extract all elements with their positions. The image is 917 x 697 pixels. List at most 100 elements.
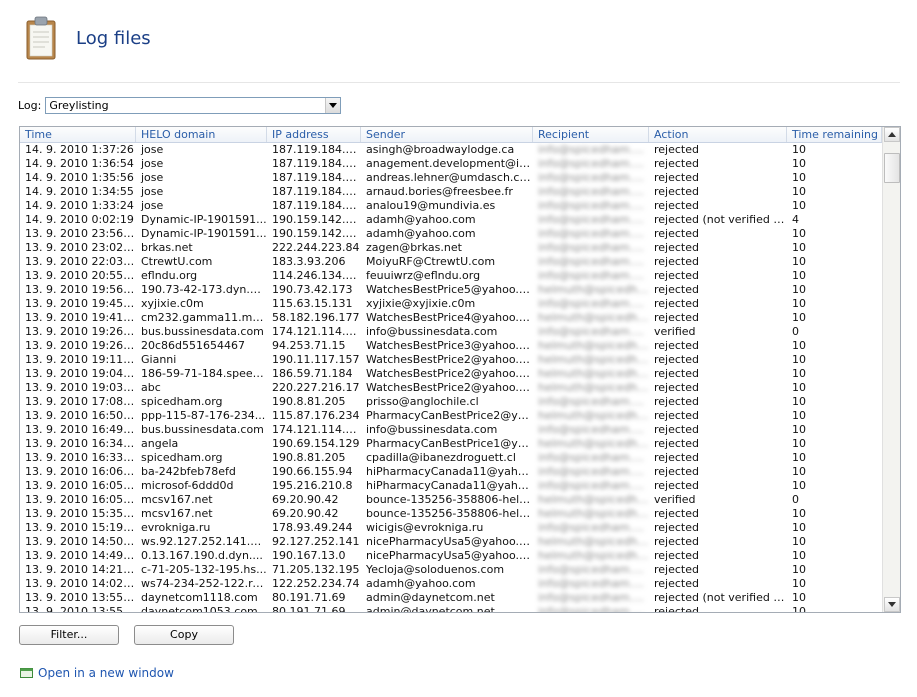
cell-ip-address: 190.69.154.129 <box>272 437 360 450</box>
cell-recipient: info@spicedham.org <box>538 143 649 156</box>
table-row[interactable]: 13. 9. 2010 23:56:07 Dynamic-IP-1901591..… <box>20 227 882 241</box>
table-header: Time HELO domain IP address Sender Recipient… <box>20 127 882 143</box>
open-new-window-link[interactable]: Open in a new window <box>20 666 174 680</box>
chevron-down-icon[interactable] <box>325 97 341 113</box>
table-row[interactable]: 13. 9. 2010 15:19:59 evrokniga.ru 178.93.4… <box>20 521 882 535</box>
cell-time: 13. 9. 2010 14:49:12 <box>25 549 136 562</box>
cell-time: 13. 9. 2010 13:55:05 <box>25 605 136 613</box>
cell-recipient: helmuth@spicedham.org <box>538 507 649 520</box>
cell-recipient: helmuth@spicedham.org <box>538 493 649 506</box>
cell-helo-domain: c-71-205-132-195.hs... <box>141 563 267 576</box>
table-row[interactable]: 13. 9. 2010 16:49:01 bus.bussinesdata.com… <box>20 423 882 437</box>
cell-recipient: info@spicedham.org <box>538 269 649 282</box>
cell-helo-domain: ba-242bfeb78efd <box>141 465 236 478</box>
cell-time: 13. 9. 2010 19:41:24 <box>25 311 136 324</box>
table-row[interactable]: 13. 9. 2010 22:03:41 CtrewtU.com 183.3.93.… <box>20 255 882 269</box>
cell-helo-domain: Dynamic-IP-1901591... <box>141 227 267 240</box>
cell-sender: bounce-135256-358806-helmu... <box>366 507 533 520</box>
table-row[interactable]: 14. 9. 2010 1:37:26 jose 187.119.184.239 as… <box>20 143 882 157</box>
table-row[interactable]: 13. 9. 2010 16:34:02 angela 190.69.154.129… <box>20 437 882 451</box>
cell-ip-address: 187.119.184.239 <box>272 157 361 170</box>
log-select[interactable]: Greylisting <box>45 96 342 114</box>
column-header-ip-address[interactable]: IP address <box>267 127 361 142</box>
cell-ip-address: 190.11.117.157 <box>272 353 360 366</box>
scroll-up-icon[interactable] <box>884 127 900 142</box>
cell-ip-address: 94.253.71.15 <box>272 339 346 352</box>
cell-action: rejected <box>654 269 699 282</box>
cell-time: 13. 9. 2010 19:04:58 <box>25 367 136 380</box>
table-row[interactable]: 13. 9. 2010 13:55:11 daynetcom1118.com 80.… <box>20 591 882 605</box>
cell-recipient: info@spicedham.org <box>538 395 649 408</box>
cell-helo-domain: evrokniga.ru <box>141 521 211 534</box>
cell-helo-domain: spicedham.org <box>141 395 223 408</box>
cell-sender: adamh@yahoo.com <box>366 227 476 240</box>
filter-button[interactable]: Filter... <box>19 625 119 645</box>
table-row[interactable]: 13. 9. 2010 14:49:12 0.13.167.190.d.dyn..… <box>20 549 882 563</box>
cell-recipient: helmuth@spicedham.org <box>538 381 649 394</box>
table-row[interactable]: 13. 9. 2010 19:11:40 Gianni 190.11.117.157… <box>20 353 882 367</box>
cell-time: 14. 9. 2010 1:34:55 <box>25 185 134 198</box>
cell-helo-domain: daynetcom1053.com <box>141 605 258 613</box>
cell-time-remaining: 10 <box>792 605 806 613</box>
table-row[interactable]: 13. 9. 2010 14:21:12 c-71-205-132-195.hs.… <box>20 563 882 577</box>
table-row[interactable]: 14. 9. 2010 1:34:55 jose 187.119.184.239 ar… <box>20 185 882 199</box>
table-row[interactable]: 13. 9. 2010 16:06:10 ba-242bfeb78efd 190.6… <box>20 465 882 479</box>
scroll-down-icon[interactable] <box>884 597 900 612</box>
table-row[interactable]: 13. 9. 2010 19:26:33 20c86d551654467 94.25… <box>20 339 882 353</box>
table-row[interactable]: 13. 9. 2010 19:03:28 abc 220.227.216.17 Wat… <box>20 381 882 395</box>
cell-helo-domain: Dynamic-IP-1901591... <box>141 213 267 226</box>
cell-time: 13. 9. 2010 17:08:21 <box>25 395 136 408</box>
cell-action: rejected <box>654 311 699 324</box>
cell-time-remaining: 10 <box>792 437 806 450</box>
table-row[interactable]: 13. 9. 2010 13:55:05 daynetcom1053.com 80.… <box>20 605 882 613</box>
table-row[interactable]: 13. 9. 2010 19:56:21 190.73-42-173.dyn.d.… <box>20 283 882 297</box>
cell-sender: WatchesBestPrice2@yahoo.com <box>366 367 533 380</box>
table-row[interactable]: 13. 9. 2010 19:26:47 bus.bussinesdata.com… <box>20 325 882 339</box>
cell-helo-domain: jose <box>141 157 164 170</box>
cell-action: rejected (not verified yet) <box>654 591 787 604</box>
cell-time-remaining: 10 <box>792 269 806 282</box>
cell-time-remaining: 10 <box>792 353 806 366</box>
cell-recipient: info@spicedham.org <box>538 297 649 310</box>
scroll-thumb[interactable] <box>884 153 900 183</box>
cell-time-remaining: 10 <box>792 409 806 422</box>
table-row[interactable]: 14. 9. 2010 1:33:24 jose 187.119.184.239 an… <box>20 199 882 213</box>
column-header-time[interactable]: Time <box>20 127 136 142</box>
cell-helo-domain: xyjixie.c0m <box>141 297 204 310</box>
column-header-sender[interactable]: Sender <box>361 127 533 142</box>
cell-ip-address: 115.87.176.234 <box>272 409 360 422</box>
column-header-helo-domain[interactable]: HELO domain <box>136 127 267 142</box>
table-row[interactable]: 14. 9. 2010 1:35:56 jose 187.119.184.239 an… <box>20 171 882 185</box>
table-row[interactable]: 13. 9. 2010 23:02:28 brkas.net 222.244.223… <box>20 241 882 255</box>
cell-helo-domain: 190.73-42-173.dyn.d... <box>141 283 267 296</box>
table-row[interactable]: 13. 9. 2010 15:35:32 mcsv167.net 69.20.90.… <box>20 507 882 521</box>
cell-time: 13. 9. 2010 16:33:15 <box>25 451 136 464</box>
table-row[interactable]: 13. 9. 2010 16:05:33 mcsv167.net 69.20.90.… <box>20 493 882 507</box>
table-row[interactable]: 13. 9. 2010 16:50:30 ppp-115-87-176-234..… <box>20 409 882 423</box>
cell-action: rejected <box>654 143 699 156</box>
table-row[interactable]: 13. 9. 2010 16:05:43 microsof-6ddd0d 195.2… <box>20 479 882 493</box>
table-row[interactable]: 13. 9. 2010 19:04:58 186-59-71-184.speed.… <box>20 367 882 381</box>
column-header-action[interactable]: Action <box>649 127 787 142</box>
column-header-time-remaining[interactable]: Time remaining <box>787 127 882 142</box>
vertical-scrollbar[interactable] <box>882 127 900 612</box>
copy-button[interactable]: Copy <box>134 625 234 645</box>
cell-action: rejected <box>654 465 699 478</box>
table-row[interactable]: 14. 9. 2010 1:36:54 jose 187.119.184.239 an… <box>20 157 882 171</box>
table-row[interactable]: 13. 9. 2010 19:41:24 cm232.gamma11.max...… <box>20 311 882 325</box>
cell-helo-domain: spicedham.org <box>141 451 223 464</box>
cell-action: rejected <box>654 227 699 240</box>
table-row[interactable]: 13. 9. 2010 17:08:21 spicedham.org 190.8.8… <box>20 395 882 409</box>
table-row[interactable]: 13. 9. 2010 16:33:15 spicedham.org 190.8.8… <box>20 451 882 465</box>
table-row[interactable]: 13. 9. 2010 19:45:42 xyjixie.c0m 115.63.15… <box>20 297 882 311</box>
table-row[interactable]: 14. 9. 2010 0:02:19 Dynamic-IP-1901591...… <box>20 213 882 227</box>
table-row[interactable]: 13. 9. 2010 20:55:19 eflndu.org 114.246.13… <box>20 269 882 283</box>
cell-action: rejected <box>654 549 699 562</box>
cell-time-remaining: 10 <box>792 171 806 184</box>
table-row[interactable]: 13. 9. 2010 14:50:38 ws.92.127.252.141.n.… <box>20 535 882 549</box>
cell-sender: bounce-135256-358806-helmu... <box>366 493 533 506</box>
table-row[interactable]: 13. 9. 2010 14:02:24 ws74-234-252-122.rc.… <box>20 577 882 591</box>
cell-action: rejected <box>654 521 699 534</box>
cell-helo-domain: mcsv167.net <box>141 507 213 520</box>
column-header-recipient[interactable]: Recipient <box>533 127 649 142</box>
